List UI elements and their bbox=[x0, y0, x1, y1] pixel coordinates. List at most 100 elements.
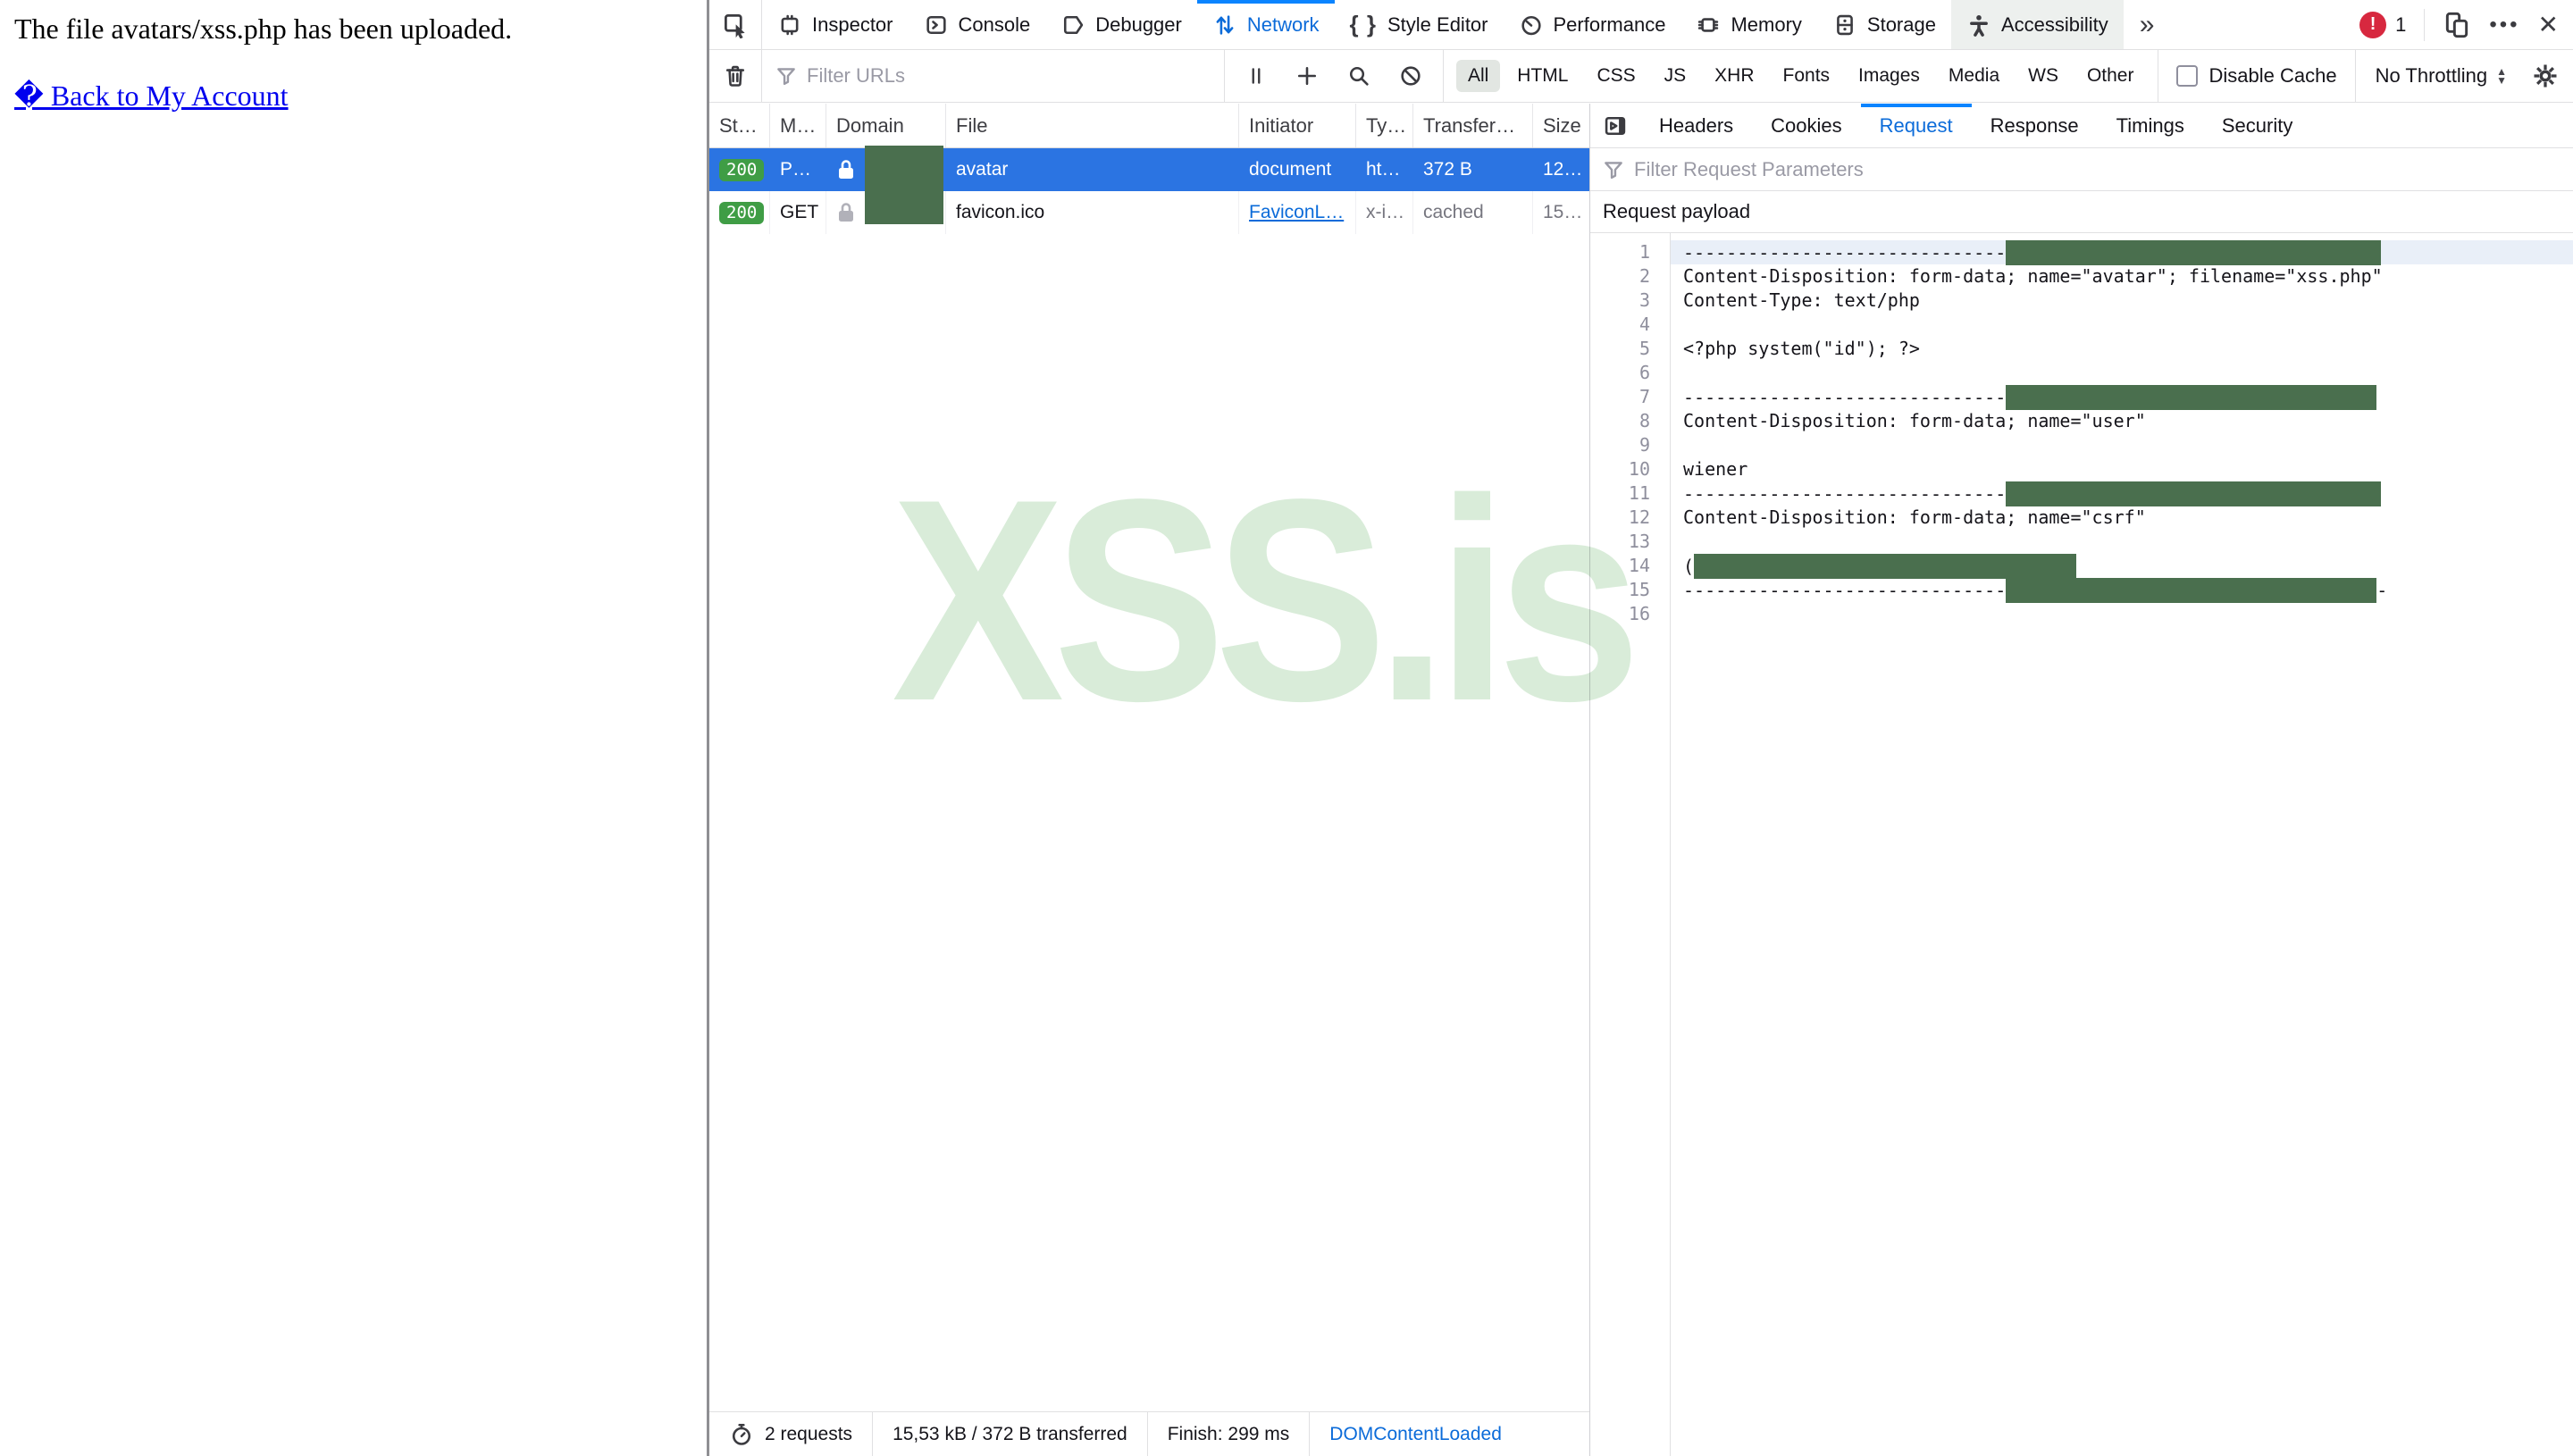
disable-cache-control[interactable]: Disable Cache bbox=[2158, 64, 2354, 88]
column-header-2[interactable]: Domain bbox=[826, 104, 946, 147]
disable-cache-checkbox[interactable] bbox=[2176, 65, 2198, 87]
method-cell: GET bbox=[770, 191, 826, 234]
lock-icon bbox=[836, 201, 856, 224]
details-tab-cookies[interactable]: Cookies bbox=[1752, 104, 1860, 147]
filter-pill-ws[interactable]: WS bbox=[2016, 60, 2070, 92]
payload-code[interactable]: ------------------------------Content-Di… bbox=[1671, 233, 2573, 1456]
filter-pill-css[interactable]: CSS bbox=[1585, 60, 1647, 92]
transferred-text: 15,53 kB / 372 B transferred bbox=[893, 1424, 1127, 1445]
tab-accessibility[interactable]: Accessibility bbox=[1951, 0, 2124, 49]
network-filter-bar: Filter URLs AllHTMLCS bbox=[709, 50, 2573, 103]
tab-memory[interactable]: Memory bbox=[1680, 0, 1816, 49]
webpage-viewport: The file avatars/xss.php has been upload… bbox=[0, 0, 707, 1456]
line-number: 2 bbox=[1590, 264, 1650, 289]
requests-summary: 2 requests bbox=[709, 1412, 872, 1456]
filter-pill-js[interactable]: JS bbox=[1653, 60, 1698, 92]
details-tab-headers[interactable]: Headers bbox=[1640, 104, 1752, 147]
devtools-menu-icon[interactable]: ••• bbox=[2489, 13, 2519, 38]
payload-line: Content-Disposition: form-data; name="cs… bbox=[1671, 506, 2573, 530]
tab-performance[interactable]: Performance bbox=[1504, 0, 1681, 49]
column-header-0[interactable]: St… bbox=[709, 104, 770, 147]
type-cell: x-i… bbox=[1356, 191, 1413, 234]
search-icon[interactable] bbox=[1346, 63, 1371, 88]
error-badge-icon[interactable]: ! bbox=[2359, 12, 2386, 38]
initiator-link[interactable]: FaviconL… bbox=[1249, 202, 1344, 223]
tab-style-editor[interactable]: { } Style Editor bbox=[1335, 0, 1504, 49]
tab-network[interactable]: Network bbox=[1197, 0, 1335, 49]
performance-icon bbox=[1519, 13, 1544, 38]
payload-line: wiener bbox=[1671, 457, 2573, 481]
payload-line: ------------------------------ bbox=[1671, 481, 2573, 506]
filter-request-parameters-input[interactable]: Filter Request Parameters bbox=[1590, 148, 2573, 191]
tab-style-editor-label: Style Editor bbox=[1387, 13, 1488, 37]
type-cell: ht… bbox=[1356, 148, 1413, 191]
details-tab-request[interactable]: Request bbox=[1861, 104, 1972, 147]
request-type-filters: AllHTMLCSSJSXHRFontsImagesMediaWSOther bbox=[1444, 60, 2158, 92]
trash-icon bbox=[723, 63, 748, 88]
block-icon[interactable] bbox=[1398, 63, 1423, 88]
tab-debugger-label: Debugger bbox=[1095, 13, 1182, 37]
request-details-pane: HeadersCookiesRequestResponseTimingsSecu… bbox=[1590, 104, 2573, 1456]
column-header-1[interactable]: M… bbox=[770, 104, 826, 147]
line-number: 14 bbox=[1590, 554, 1650, 578]
payload-line: Content-Type: text/php bbox=[1671, 289, 2573, 313]
tab-storage-label: Storage bbox=[1867, 13, 1936, 37]
column-header-7[interactable]: Size bbox=[1533, 104, 1590, 147]
accessibility-icon bbox=[1966, 13, 1991, 38]
filter-pill-all[interactable]: All bbox=[1456, 60, 1500, 92]
table-row[interactable]: 200GET favicon.icoFaviconL…x-i…cached15… bbox=[709, 191, 1589, 234]
details-tab-security[interactable]: Security bbox=[2203, 104, 2311, 147]
details-tab-timings[interactable]: Timings bbox=[2098, 104, 2203, 147]
split-pane-button[interactable] bbox=[1590, 104, 1640, 147]
filter-pill-other[interactable]: Other bbox=[2075, 60, 2146, 92]
request-table-header: St…M…DomainFileInitiatorTy…Transfer…Size bbox=[709, 104, 1589, 148]
column-header-6[interactable]: Transfer… bbox=[1413, 104, 1533, 147]
payload-redaction-block bbox=[2006, 240, 2381, 265]
responsive-design-mode-icon[interactable] bbox=[2443, 11, 2471, 39]
column-header-5[interactable]: Ty… bbox=[1356, 104, 1413, 147]
initiator-cell[interactable]: FaviconL… bbox=[1239, 191, 1356, 234]
tab-memory-label: Memory bbox=[1731, 13, 1801, 37]
transfer-cell: cached bbox=[1413, 191, 1533, 234]
line-number: 10 bbox=[1590, 457, 1650, 481]
payload-line: <?php system("id"); ?> bbox=[1671, 337, 2573, 361]
filter-pill-html[interactable]: HTML bbox=[1505, 60, 1580, 92]
tab-inspector[interactable]: Inspector bbox=[762, 0, 909, 49]
tab-overflow-button[interactable]: » bbox=[2124, 0, 2171, 49]
tab-debugger[interactable]: Debugger bbox=[1045, 0, 1197, 49]
network-settings-gear-icon[interactable] bbox=[2532, 63, 2559, 89]
details-tab-response[interactable]: Response bbox=[1972, 104, 2098, 147]
table-row[interactable]: 200P… avatardocumentht…372 B12… bbox=[709, 148, 1589, 191]
column-header-3[interactable]: File bbox=[946, 104, 1239, 147]
column-header-4[interactable]: Initiator bbox=[1239, 104, 1356, 147]
status-badge: 200 bbox=[719, 159, 764, 181]
line-number: 16 bbox=[1590, 602, 1650, 626]
style-editor-icon: { } bbox=[1350, 11, 1378, 38]
tab-console[interactable]: Console bbox=[909, 0, 1046, 49]
payload-redaction-block bbox=[2006, 578, 2376, 603]
new-request-icon[interactable] bbox=[1295, 63, 1320, 88]
clear-requests-button[interactable] bbox=[709, 50, 761, 102]
pause-icon[interactable] bbox=[1245, 64, 1268, 88]
memory-icon bbox=[1696, 13, 1721, 38]
payload-line: Content-Disposition: form-data; name="us… bbox=[1671, 409, 2573, 433]
line-number: 15 bbox=[1590, 578, 1650, 602]
filter-pill-xhr[interactable]: XHR bbox=[1703, 60, 1765, 92]
filter-pill-images[interactable]: Images bbox=[1847, 60, 1932, 92]
close-devtools-icon[interactable]: ✕ bbox=[2538, 10, 2559, 39]
filter-urls-input[interactable]: Filter URLs bbox=[762, 64, 1224, 88]
devtools-panel: Inspector Console Debugger bbox=[707, 0, 2573, 1456]
filter-pill-fonts[interactable]: Fonts bbox=[1772, 60, 1842, 92]
back-to-account-link[interactable]: � Back to My Account bbox=[14, 79, 289, 113]
filter-urls-placeholder: Filter URLs bbox=[807, 64, 905, 88]
details-tab-bar: HeadersCookiesRequestResponseTimingsSecu… bbox=[1590, 104, 2573, 148]
size-cell: 15… bbox=[1533, 191, 1590, 234]
filter-pill-media[interactable]: Media bbox=[1937, 60, 2011, 92]
domcontentloaded-summary[interactable]: DOMContentLoaded bbox=[1310, 1412, 1521, 1456]
throttling-select[interactable]: No Throttling ▲▼ bbox=[2356, 64, 2527, 88]
tab-network-label: Network bbox=[1247, 13, 1320, 37]
status-badge: 200 bbox=[719, 202, 764, 224]
node-picker-button[interactable] bbox=[709, 0, 761, 49]
chevron-double-right-icon: » bbox=[2140, 10, 2155, 40]
tab-storage[interactable]: Storage bbox=[1817, 0, 1951, 49]
